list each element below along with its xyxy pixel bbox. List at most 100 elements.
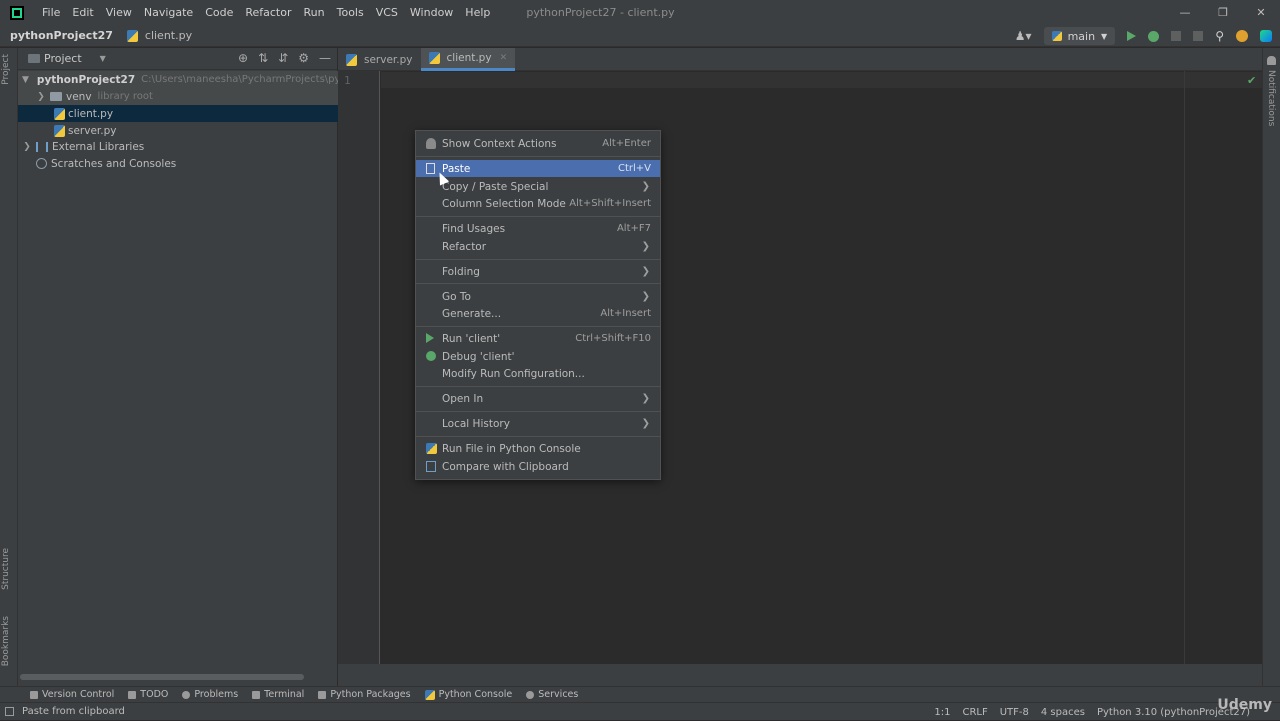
tree-item-scratches[interactable]: Scratches and Consoles	[18, 155, 338, 172]
chevron-down-icon[interactable]: ▼	[100, 54, 106, 63]
menu-item-find-usages[interactable]: Find Usages Alt+F7	[416, 220, 660, 237]
menu-item-paste[interactable]: Paste Ctrl+V	[416, 160, 660, 177]
jetbrains-icon[interactable]	[1260, 30, 1272, 42]
breadcrumb-project[interactable]: pythonProject27	[10, 29, 113, 42]
close-tab-icon[interactable]: ✕	[500, 53, 508, 63]
right-tool-stripe: Notifications	[1262, 48, 1280, 686]
menu-vcs[interactable]: VCS	[370, 6, 404, 19]
menu-item-run-client[interactable]: Run 'client' Ctrl+Shift+F10	[416, 330, 660, 347]
bottom-tool-bar: Version Control TODO Problems Terminal P…	[0, 686, 1280, 702]
menu-item-column-selection-mode[interactable]: Column Selection Mode Alt+Shift+Insert	[416, 195, 660, 212]
close-icon[interactable]: ✕	[1242, 0, 1280, 25]
tree-item-venv[interactable]: ❯ venv library root	[18, 88, 338, 105]
tab-label: client.py	[446, 52, 492, 64]
menu-item-copy-paste-special[interactable]: Copy / Paste Special ❯	[416, 178, 660, 195]
tab-server-py[interactable]: server.py	[338, 48, 421, 71]
tree-item-server-py[interactable]: server.py	[18, 122, 338, 139]
menu-separator	[416, 156, 660, 157]
tab-client-py[interactable]: client.py ✕	[420, 48, 516, 71]
file-encoding[interactable]: UTF-8	[1000, 707, 1029, 718]
menu-item-run-file-in-python-console[interactable]: Run File in Python Console	[416, 440, 660, 457]
search-icon[interactable]: ⚲	[1215, 29, 1224, 43]
toolbar-right: ♟▾ main ▼ ⚲	[1015, 25, 1280, 47]
project-tool-tab[interactable]: Project	[1, 54, 11, 85]
chevron-right-icon: ❯	[641, 418, 650, 429]
bulb-icon	[426, 138, 436, 152]
notifications-bell-icon[interactable]	[1267, 56, 1276, 65]
tool-terminal[interactable]: Terminal	[252, 689, 304, 700]
expand-arrow-icon[interactable]: ▼	[22, 75, 29, 85]
chevron-right-icon[interactable]: ❯	[22, 142, 32, 152]
menu-tools[interactable]: Tools	[331, 6, 370, 19]
minimize-icon[interactable]: —	[1166, 0, 1204, 25]
menu-view[interactable]: View	[100, 6, 138, 19]
restore-icon[interactable]: ❐	[1204, 0, 1242, 25]
menu-item-generate[interactable]: Generate... Alt+Insert	[416, 305, 660, 322]
structure-tool-tab[interactable]: Structure	[1, 548, 11, 590]
menu-bar: File Edit View Navigate Code Refactor Ru…	[36, 6, 496, 19]
python-file-icon	[346, 53, 357, 66]
menu-item-open-in[interactable]: Open In ❯	[416, 390, 660, 407]
status-square-icon[interactable]	[5, 707, 14, 716]
menu-help[interactable]: Help	[459, 6, 496, 19]
line-number-gutter: 1	[338, 71, 380, 664]
editor-tabs: server.py client.py ✕	[338, 48, 1262, 71]
breadcrumb-file[interactable]: client.py	[126, 29, 192, 42]
updates-icon[interactable]	[1236, 30, 1248, 42]
menu-item-go-to[interactable]: Go To ❯	[416, 288, 660, 305]
status-right: 1:1 CRLF UTF-8 4 spaces Python 3.10 (pyt…	[934, 703, 1250, 721]
menu-item-modify-run-configuration[interactable]: Modify Run Configuration...	[416, 365, 660, 382]
tree-item-external-libraries[interactable]: ❯ External Libraries	[18, 138, 338, 155]
menu-file[interactable]: File	[36, 6, 66, 19]
menu-refactor[interactable]: Refactor	[239, 6, 297, 19]
notifications-tool-tab[interactable]: Notifications	[1266, 70, 1276, 126]
coverage-icon[interactable]	[1171, 31, 1182, 41]
run-icon[interactable]	[1127, 31, 1137, 41]
chevron-right-icon: ❯	[641, 291, 650, 302]
menu-navigate[interactable]: Navigate	[138, 6, 199, 19]
chevron-right-icon: ❯	[641, 241, 650, 252]
locate-icon[interactable]: ⊕	[238, 51, 248, 65]
indent-setting[interactable]: 4 spaces	[1041, 707, 1085, 718]
menu-window[interactable]: Window	[404, 6, 459, 19]
caret-position[interactable]: 1:1	[934, 707, 950, 718]
hide-icon[interactable]: —	[319, 51, 331, 65]
tool-python-packages[interactable]: Python Packages	[318, 689, 411, 700]
tree-item-project-root[interactable]: ▼ pythonProject27 C:\Users\maneesha\Pych…	[18, 71, 369, 88]
expand-all-icon[interactable]: ⇅	[258, 51, 268, 65]
chevron-down-icon: ▼	[1101, 31, 1108, 41]
menu-item-refactor[interactable]: Refactor ❯	[416, 238, 660, 255]
tree-item-label: Scratches and Consoles	[51, 157, 177, 170]
debug-icon[interactable]	[1148, 30, 1160, 42]
tool-todo[interactable]: TODO	[128, 689, 168, 700]
horizontal-scrollbar[interactable]	[20, 674, 304, 680]
menu-item-folding[interactable]: Folding ❯	[416, 263, 660, 280]
inspection-ok-icon[interactable]: ✔	[1247, 74, 1256, 87]
gear-icon[interactable]: ⚙	[298, 51, 309, 65]
python-icon	[424, 689, 435, 700]
tool-version-control[interactable]: Version Control	[30, 689, 114, 700]
menu-item-show-context-actions[interactable]: Show Context Actions Alt+Enter	[416, 135, 660, 152]
user-icon[interactable]: ♟▾	[1015, 29, 1032, 43]
menu-item-local-history[interactable]: Local History ❯	[416, 415, 660, 432]
menu-code[interactable]: Code	[199, 6, 239, 19]
menu-item-debug-client[interactable]: Debug 'client'	[416, 348, 660, 365]
menu-edit[interactable]: Edit	[66, 6, 99, 19]
chevron-right-icon[interactable]: ❯	[36, 92, 46, 102]
line-separator[interactable]: CRLF	[962, 707, 987, 718]
menu-item-compare-with-clipboard[interactable]: Compare with Clipboard	[416, 458, 660, 475]
menu-run[interactable]: Run	[298, 6, 331, 19]
tool-services[interactable]: Services	[526, 689, 578, 700]
tree-item-client-py[interactable]: client.py	[18, 105, 338, 122]
tool-python-console[interactable]: Python Console	[424, 689, 512, 700]
menu-separator	[416, 216, 660, 217]
collapse-all-icon[interactable]: ⇵	[278, 51, 288, 65]
project-panel-title[interactable]: Project	[44, 52, 82, 65]
bookmarks-tool-tab[interactable]: Bookmarks	[1, 616, 11, 666]
tool-problems[interactable]: Problems	[182, 689, 238, 700]
run-config-label: main	[1067, 29, 1096, 43]
tree-item-label: client.py	[68, 107, 114, 120]
stop-icon[interactable]	[1193, 31, 1204, 41]
run-config-selector[interactable]: main ▼	[1043, 27, 1116, 45]
list-icon	[128, 690, 137, 699]
